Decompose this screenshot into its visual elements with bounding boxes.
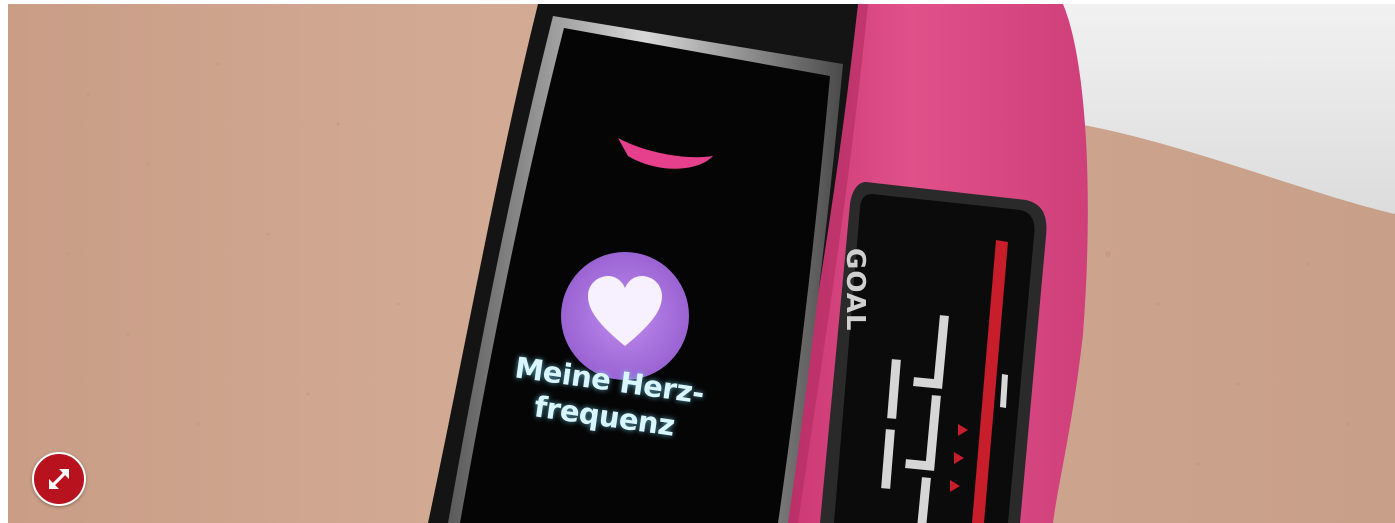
goal-label: GOAL xyxy=(840,248,870,332)
expand-image-button[interactable] xyxy=(32,452,86,506)
expand-arrows-icon xyxy=(49,469,69,489)
product-photo: Meine Herz- frequenz GOAL xyxy=(8,4,1395,523)
